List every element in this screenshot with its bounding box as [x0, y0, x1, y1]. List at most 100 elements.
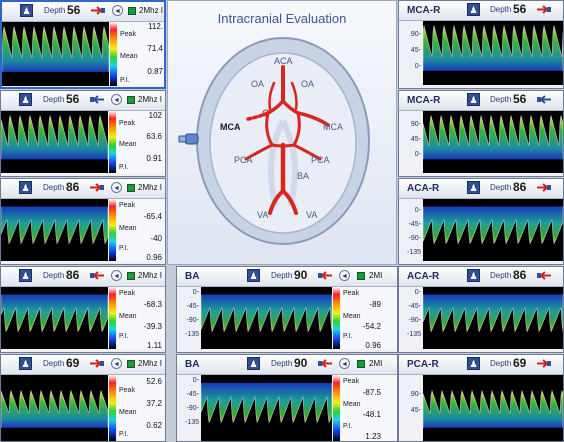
- right-panel-3[interactable]: ACA-R ♟ Depth 86 0- -45- -90- -135: [398, 178, 564, 265]
- left-panel-2[interactable]: ♟ Depth 56 ◄ 2Mhz I 102 Peak 63.6 Mean 0…: [0, 90, 166, 177]
- measurement-panel: Peak -87.5 Mean -48.1 P.I. 1.23: [341, 375, 397, 441]
- vessel-label-pca-right[interactable]: PCA: [311, 155, 330, 165]
- color-scale-bar: [110, 22, 117, 86]
- speaker-icon[interactable]: ◄: [111, 270, 122, 281]
- record-indicator-icon: [357, 360, 365, 368]
- person-icon[interactable]: ♟: [19, 269, 32, 282]
- doppler-spectrum: [1, 199, 108, 261]
- vessel-label-va-right[interactable]: VA: [306, 210, 317, 220]
- pi-value: 0.96: [365, 341, 381, 350]
- probe-arrow-icon[interactable]: [536, 5, 552, 14]
- person-icon[interactable]: ♟: [247, 269, 260, 282]
- vessel-label-oa-left[interactable]: OA: [251, 79, 264, 89]
- right-panel-5[interactable]: PCA-R ♟ Depth 69 90- 45-: [398, 354, 564, 442]
- left-panel-3[interactable]: ♟ Depth 86 ◄ 2Mhz I Peak -65.4 Mean -40 …: [0, 178, 166, 265]
- color-scale-bar: [109, 375, 116, 441]
- mean-label: Mean: [120, 53, 138, 60]
- person-icon[interactable]: ♟: [19, 93, 32, 106]
- depth-value[interactable]: 90: [294, 356, 307, 370]
- doppler-spectrum: [423, 21, 563, 85]
- probe-arrow-icon[interactable]: [536, 95, 552, 104]
- waveform-graphic: [201, 382, 332, 424]
- vessel-label-mca-right[interactable]: MCA: [323, 122, 343, 132]
- speaker-icon[interactable]: ◄: [111, 358, 122, 369]
- probe-arrow-icon[interactable]: [90, 6, 106, 15]
- pi-value: 0.87: [147, 67, 163, 76]
- person-icon[interactable]: ♟: [247, 357, 260, 370]
- axis-tick: 90-: [410, 121, 421, 128]
- left-panel-1[interactable]: ♟ Depth 56 ◄ 2Mhz I 112. Peak 71.4 Mean …: [0, 0, 166, 89]
- person-icon[interactable]: ♟: [19, 181, 32, 194]
- speaker-icon[interactable]: ◄: [339, 358, 350, 369]
- depth-value[interactable]: 56: [67, 3, 80, 17]
- depth-value[interactable]: 56: [513, 92, 526, 106]
- probe-arrow-icon[interactable]: [89, 359, 105, 368]
- probe-arrow-icon[interactable]: [536, 271, 552, 280]
- person-icon[interactable]: ♟: [467, 3, 480, 16]
- axis-tick: 0-: [192, 377, 199, 384]
- depth-value[interactable]: 86: [66, 180, 79, 194]
- transducer-icon[interactable]: [177, 131, 199, 147]
- depth-label: Depth: [271, 271, 293, 280]
- vessel-label-ba[interactable]: BA: [297, 171, 309, 181]
- frequency-label: 2MI: [369, 271, 383, 280]
- pi-label: P.I.: [119, 164, 129, 171]
- vessel-label-mca-left[interactable]: MCA: [220, 122, 241, 132]
- measurement-panel: 102 Peak 63.6 Mean 0.91 P.I.: [117, 111, 165, 173]
- probe-arrow-icon[interactable]: [89, 271, 105, 280]
- depth-value[interactable]: 86: [513, 180, 526, 194]
- waveform-graphic: [201, 294, 332, 333]
- person-icon[interactable]: ♟: [467, 93, 480, 106]
- vessel-label-va-left[interactable]: VA: [257, 210, 268, 220]
- waveform-graphic: [2, 26, 109, 72]
- intracranial-diagram-panel: Intracranial Evaluation ACA OA OA MCA MC…: [167, 0, 397, 265]
- depth-value[interactable]: 90: [294, 268, 307, 282]
- person-icon[interactable]: ♟: [20, 4, 33, 17]
- left-panel-4[interactable]: ♟ Depth 86 ◄ 2Mhz I Peak -68.3 Mean -39.…: [0, 266, 166, 353]
- person-icon[interactable]: ♟: [467, 357, 480, 370]
- person-icon[interactable]: ♟: [467, 269, 480, 282]
- pi-value: 0.96: [146, 253, 162, 262]
- probe-arrow-icon[interactable]: [89, 95, 105, 104]
- probe-arrow-icon[interactable]: [536, 183, 552, 192]
- right-panel-1[interactable]: MCA-R ♟ Depth 56 90- 45- 0-: [398, 0, 564, 89]
- mid-panel-2[interactable]: BA ♟ Depth 90 ◄ 2MI 0- -45- -90- -135 Pe…: [176, 354, 398, 442]
- probe-arrow-icon[interactable]: [89, 183, 105, 192]
- person-icon[interactable]: ♟: [467, 181, 480, 194]
- speaker-icon[interactable]: ◄: [111, 94, 122, 105]
- peak-label: Peak: [343, 378, 359, 385]
- probe-arrow-icon[interactable]: [317, 359, 333, 368]
- left-panel-5[interactable]: ♟ Depth 69 ◄ 2Mhz I 52.6 Peak 37.2 Mean …: [0, 354, 166, 442]
- depth-value[interactable]: 86: [66, 268, 79, 282]
- vessel-label-pca-left[interactable]: PCA: [234, 155, 253, 165]
- speaker-icon[interactable]: ◄: [111, 182, 122, 193]
- mid-panel-1[interactable]: BA ♟ Depth 90 ◄ 2MI 0- -45- -90- -135 Pe…: [176, 266, 398, 353]
- speaker-icon[interactable]: ◄: [112, 5, 123, 16]
- speaker-icon[interactable]: ◄: [339, 270, 350, 281]
- axis-tick: 90-: [410, 391, 421, 398]
- depth-value[interactable]: 69: [66, 356, 79, 370]
- axis-tick: -90-: [408, 235, 421, 242]
- right-panel-4[interactable]: ACA-R ♟ Depth 86 0- -45- -90- -135: [398, 266, 564, 353]
- doppler-spectrum: [1, 287, 108, 349]
- depth-value[interactable]: 56: [66, 92, 79, 106]
- depth-label: Depth: [490, 359, 512, 368]
- depth-value[interactable]: 86: [513, 268, 526, 282]
- probe-arrow-icon[interactable]: [317, 271, 333, 280]
- probe-arrow-icon[interactable]: [536, 359, 552, 368]
- vessel-title: MCA-R: [407, 95, 441, 106]
- vessel-label-aca[interactable]: ACA: [274, 56, 293, 66]
- vessel-label-oa-right[interactable]: OA: [301, 79, 314, 89]
- depth-label: Depth: [43, 271, 65, 280]
- color-scale-bar: [109, 199, 116, 261]
- right-panel-2[interactable]: MCA-R ♟ Depth 56 90- 45- 0-: [398, 90, 564, 177]
- depth-value[interactable]: 56: [513, 2, 526, 16]
- doppler-spectrum: [423, 111, 563, 173]
- depth-value[interactable]: 69: [513, 356, 526, 370]
- mean-value: -39.3: [143, 322, 162, 331]
- axis-tick: 0-: [192, 289, 199, 296]
- peak-label: Peak: [119, 387, 135, 394]
- frequency-label: 2Mhz I: [138, 183, 163, 192]
- doppler-spectrum: [201, 375, 332, 441]
- person-icon[interactable]: ♟: [19, 357, 32, 370]
